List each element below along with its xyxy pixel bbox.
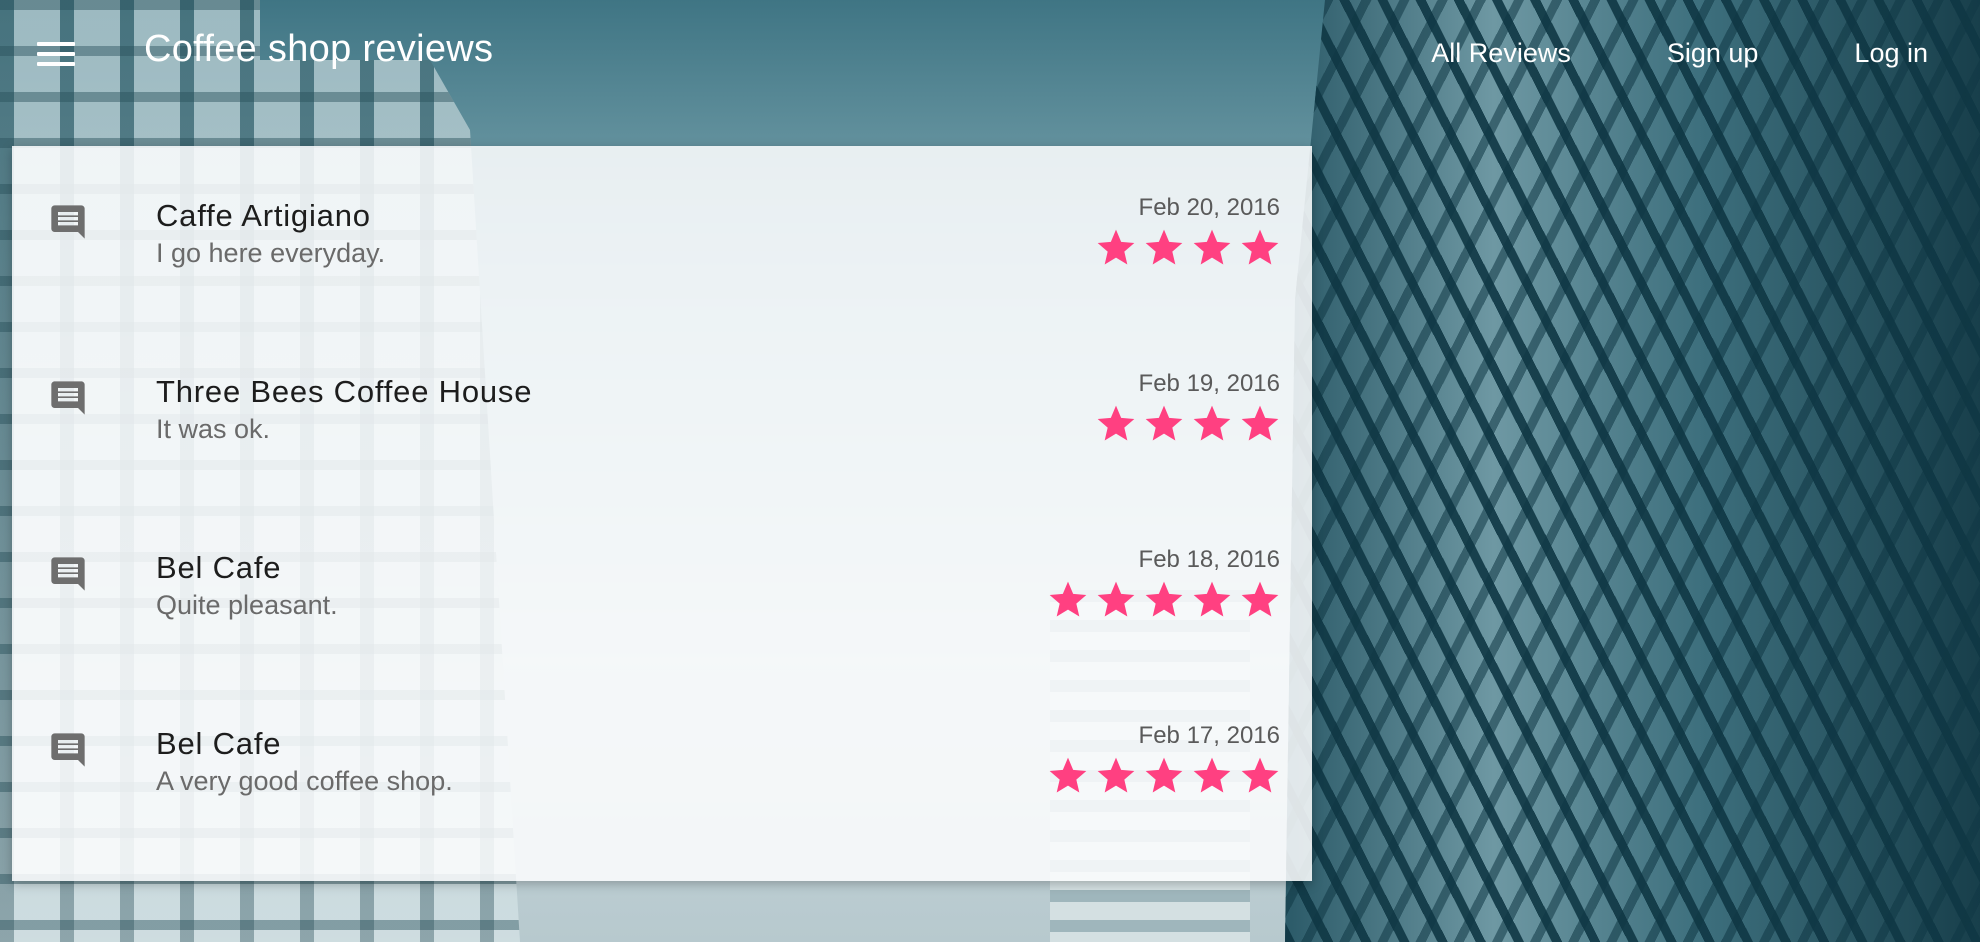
star-icon [1097, 581, 1135, 617]
comment-icon [48, 730, 88, 770]
top-nav: All Reviews Sign up Log in [1335, 38, 1928, 69]
star-icon [1145, 757, 1183, 793]
comment-icon [48, 554, 88, 594]
star-icon [1193, 229, 1231, 265]
star-icon [1241, 757, 1279, 793]
building-right [1285, 0, 1980, 942]
star-icon [1145, 229, 1183, 265]
star-icon [1145, 405, 1183, 441]
review-text: Quite pleasant. [156, 590, 338, 620]
review-text: I go here everyday. [156, 238, 386, 268]
review-date: Feb 17, 2016 [1138, 722, 1280, 749]
review-shop-name: Bel Cafe [156, 550, 282, 585]
review-rating [1046, 754, 1282, 798]
review-rating [1046, 578, 1282, 622]
star-icon [1193, 581, 1231, 617]
review-date: Feb 20, 2016 [1138, 194, 1280, 221]
star-icon [1241, 229, 1279, 265]
app-title: Coffee shop reviews [144, 28, 494, 70]
review-item[interactable]: Caffe Artigiano I go here everyday. Feb … [12, 146, 1312, 268]
review-text: It was ok. [156, 414, 271, 444]
reviews-card: Caffe Artigiano I go here everyday. Feb … [12, 146, 1312, 881]
star-icon [1097, 229, 1135, 265]
nav-sign-up[interactable]: Sign up [1667, 38, 1759, 69]
review-item[interactable]: Three Bees Coffee House It was ok. Feb 1… [12, 322, 1312, 444]
star-icon [1193, 757, 1231, 793]
review-shop-name: Caffe Artigiano [156, 198, 371, 233]
star-icon [1049, 757, 1087, 793]
star-icon [1241, 405, 1279, 441]
review-item[interactable]: Bel Cafe Quite pleasant. Feb 18, 2016 [12, 498, 1312, 620]
review-rating [1094, 402, 1282, 446]
review-text: A very good coffee shop. [156, 766, 453, 796]
star-icon [1049, 581, 1087, 617]
comment-icon [48, 378, 88, 418]
review-shop-name: Three Bees Coffee House [156, 374, 533, 409]
star-icon [1241, 581, 1279, 617]
star-icon [1193, 405, 1231, 441]
review-shop-name: Bel Cafe [156, 726, 282, 761]
star-icon [1097, 405, 1135, 441]
review-date: Feb 19, 2016 [1138, 370, 1280, 397]
review-item[interactable]: Bel Cafe A very good coffee shop. Feb 17… [12, 674, 1312, 796]
menu-icon[interactable] [34, 36, 78, 72]
nav-log-in[interactable]: Log in [1854, 38, 1928, 69]
review-rating [1094, 226, 1282, 270]
star-icon [1145, 581, 1183, 617]
comment-icon [48, 202, 88, 242]
app-header: Coffee shop reviews All Reviews Sign up … [0, 0, 1980, 108]
star-icon [1097, 757, 1135, 793]
review-date: Feb 18, 2016 [1138, 546, 1280, 573]
nav-all-reviews[interactable]: All Reviews [1431, 38, 1571, 69]
